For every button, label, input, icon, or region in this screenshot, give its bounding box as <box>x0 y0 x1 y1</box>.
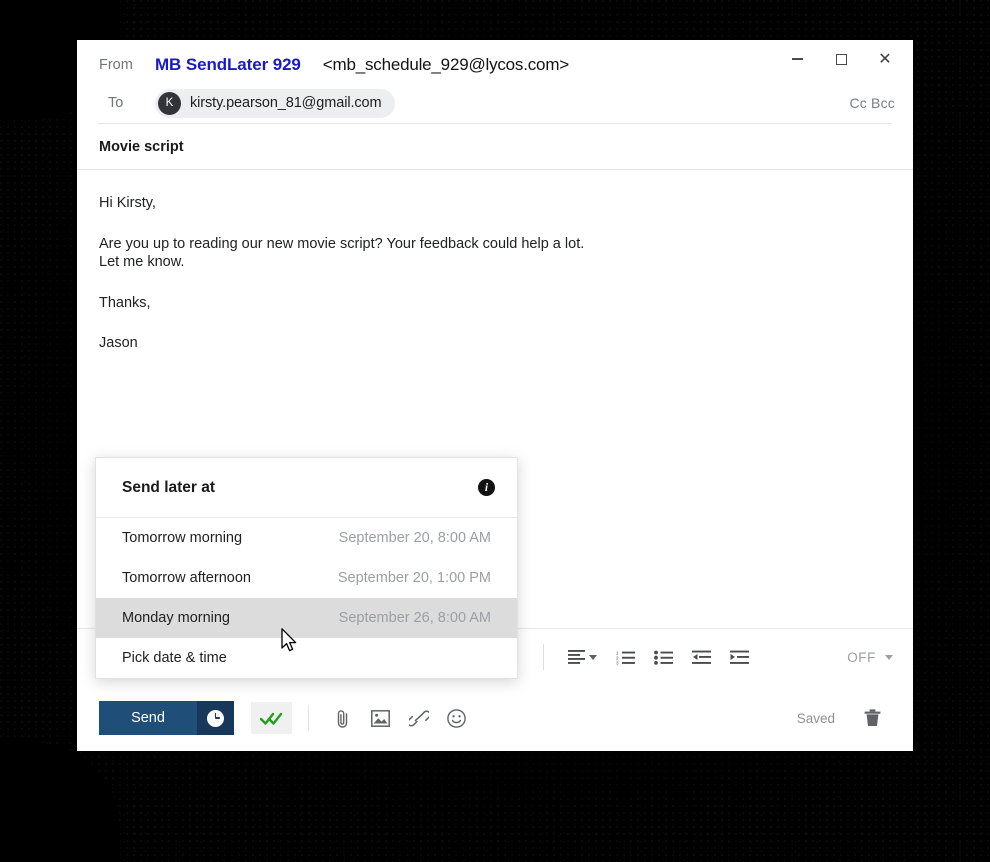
schedule-option-tomorrow-morning[interactable]: Tomorrow morning September 20, 8:00 AM <box>96 518 517 558</box>
chevron-down-icon <box>885 654 893 660</box>
schedule-option-date: September 20, 1:00 PM <box>337 570 491 586</box>
send-later-dropdown: Send later at i Tomorrow morning Septemb… <box>95 457 518 679</box>
body-paragraph-line1: Are you up to reading our new movie scri… <box>99 235 585 252</box>
align-left-button[interactable] <box>560 640 604 674</box>
bullet-list-button[interactable] <box>646 640 680 674</box>
body-greeting: Hi Kirsty, <box>99 195 156 211</box>
action-bar: Send Saved <box>77 685 913 751</box>
schedule-option-label: Pick date & time <box>122 650 227 666</box>
decrease-indent-icon <box>691 650 711 664</box>
body-signature: Jason <box>99 335 138 351</box>
insert-link-button[interactable] <box>401 701 436 736</box>
decrease-indent-button[interactable] <box>684 640 718 674</box>
numbered-list-button[interactable]: 1 2 3 <box>608 640 642 674</box>
recipient-chip[interactable]: K kirsty.pearson_81@gmail.com <box>155 88 396 118</box>
schedule-option-label: Monday morning <box>122 610 230 626</box>
saved-status: Saved <box>796 710 835 726</box>
schedule-option-date: September 26, 8:00 AM <box>338 610 491 626</box>
off-label: OFF <box>847 649 876 665</box>
trash-icon <box>864 709 881 726</box>
info-icon[interactable]: i <box>478 479 495 496</box>
schedule-option-tomorrow-afternoon[interactable]: Tomorrow afternoon September 20, 1:00 PM <box>96 558 517 598</box>
chevron-down-icon <box>588 654 597 660</box>
bullet-list-icon <box>653 650 673 665</box>
from-row: From MB SendLater 929 <mb_schedule_929@l… <box>77 40 913 83</box>
image-icon <box>371 709 390 727</box>
attach-file-button[interactable] <box>325 701 360 736</box>
off-dropdown[interactable]: OFF <box>847 650 893 665</box>
svg-text:3: 3 <box>616 660 619 664</box>
send-split-button: Send <box>99 701 234 735</box>
send-later-button[interactable] <box>197 701 234 735</box>
schedule-option-monday-morning[interactable]: Monday morning September 26, 8:00 AM <box>96 598 517 638</box>
toolbar-separator <box>543 644 544 670</box>
insert-emoji-button[interactable] <box>439 701 474 736</box>
to-row: To K kirsty.pearson_81@gmail.com Cc Bcc <box>77 83 913 123</box>
email-body[interactable]: Hi Kirsty, Are you up to reading our new… <box>77 170 913 351</box>
maximize-button[interactable] <box>819 42 863 76</box>
discard-draft-button[interactable] <box>855 701 890 736</box>
schedule-option-date: September 20, 8:00 AM <box>338 530 491 546</box>
action-separator <box>308 705 309 731</box>
to-label: To <box>108 95 124 111</box>
send-button[interactable]: Send <box>99 701 197 735</box>
body-closing: Thanks, <box>99 294 151 311</box>
align-left-icon <box>567 650 585 664</box>
schedule-option-pick-date-time[interactable]: Pick date & time <box>96 638 517 678</box>
cc-bcc-toggle[interactable]: Cc Bcc <box>849 95 895 111</box>
schedule-option-label: Tomorrow morning <box>122 530 243 546</box>
paperclip-icon <box>337 709 348 728</box>
maximize-icon <box>835 53 847 65</box>
from-email-address[interactable]: <mb_schedule_929@lycos.com> <box>323 55 569 75</box>
subject-text: Movie script <box>99 138 184 155</box>
emoji-icon <box>447 708 466 728</box>
minimize-icon <box>791 58 803 60</box>
double-check-icon <box>260 712 283 725</box>
recipient-email: kirsty.pearson_81@gmail.com <box>190 95 382 111</box>
subject-row[interactable]: Movie script <box>77 124 913 170</box>
send-later-header: Send later at i <box>96 458 517 518</box>
increase-indent-button[interactable] <box>722 640 756 674</box>
increase-indent-icon <box>729 650 749 664</box>
read-receipt-button[interactable] <box>251 702 292 734</box>
send-later-title: Send later at <box>122 478 216 496</box>
action-bar-right: Saved <box>797 701 893 736</box>
close-button[interactable]: ✕ <box>863 42 907 76</box>
insert-image-button[interactable] <box>363 701 398 736</box>
minimize-button[interactable] <box>775 42 819 76</box>
numbered-list-icon: 1 2 3 <box>616 650 635 665</box>
schedule-option-label: Tomorrow afternoon <box>122 570 251 586</box>
avatar: K <box>158 91 181 115</box>
body-paragraph-line2: Let me know. <box>99 254 185 270</box>
from-display-name[interactable]: MB SendLater 929 <box>155 55 301 75</box>
window-controls: ✕ <box>775 42 907 76</box>
clock-icon <box>207 709 224 727</box>
from-label: From <box>99 56 133 73</box>
close-icon: ✕ <box>878 49 892 68</box>
link-icon <box>408 710 429 726</box>
